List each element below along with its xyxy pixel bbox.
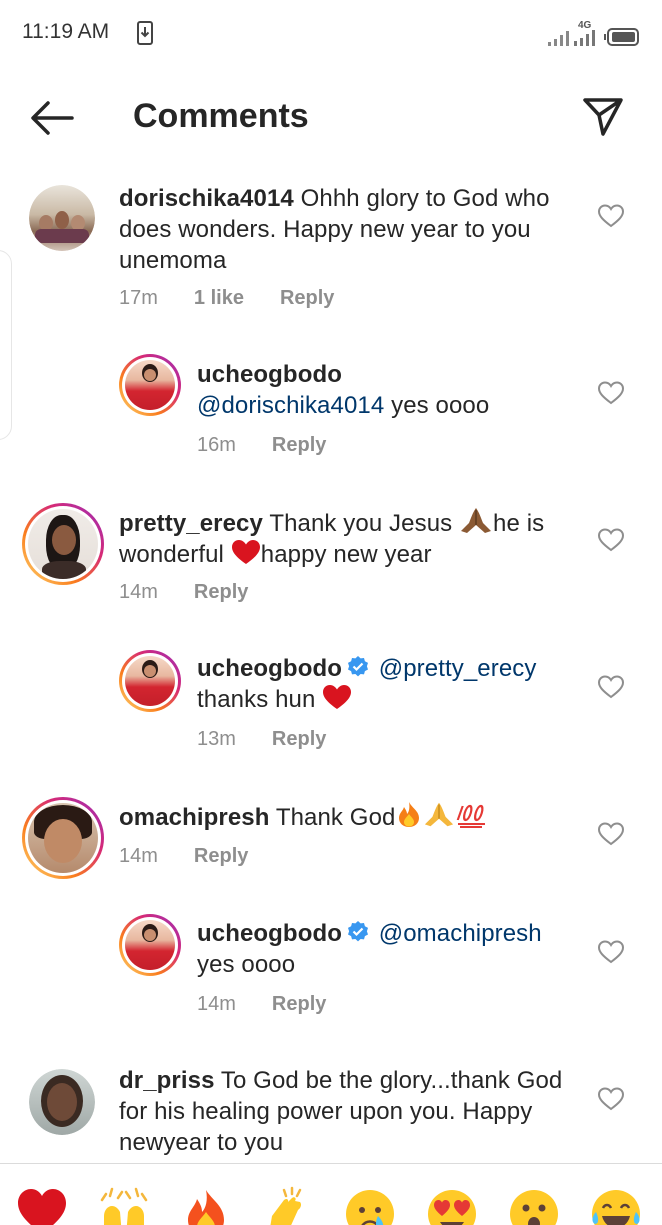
clapping-hands-emoji-icon[interactable]	[262, 1186, 314, 1225]
avatar[interactable]	[119, 354, 181, 416]
reply-button[interactable]: Reply	[280, 287, 334, 310]
avatar[interactable]	[22, 503, 104, 585]
comment-meta: 16m Reply	[197, 434, 326, 457]
comment-time: 16m	[197, 434, 236, 456]
comment-username[interactable]: ucheogbodo	[197, 361, 342, 388]
emoji-reaction-bar	[0, 1163, 662, 1225]
raising-hands-emoji-icon[interactable]	[98, 1186, 150, 1225]
like-heart-icon[interactable]	[598, 1087, 624, 1111]
comment-meta: 14m Reply	[119, 581, 248, 604]
comment-text: thanks hun	[197, 686, 316, 713]
reply-button[interactable]: Reply	[194, 581, 248, 604]
like-heart-icon[interactable]	[598, 822, 624, 846]
like-heart-icon[interactable]	[598, 675, 624, 699]
comment-username[interactable]: ucheogbodo	[197, 920, 342, 947]
fire-emoji-icon	[399, 802, 420, 827]
comment-text-part: wonderful	[119, 541, 224, 568]
signal-icon	[548, 31, 569, 46]
comments-header: Comments	[0, 64, 662, 168]
mention-link[interactable]: @omachipresh	[379, 920, 542, 947]
crying-face-emoji-icon[interactable]	[344, 1186, 396, 1225]
status-indicators: 4G	[548, 20, 640, 46]
like-heart-icon[interactable]	[598, 528, 624, 552]
status-time: 11:19 AM	[22, 20, 110, 43]
verified-badge-icon	[347, 921, 368, 942]
edge-panel-handle[interactable]	[0, 250, 12, 440]
like-heart-icon[interactable]	[598, 381, 624, 405]
signal-4g-icon	[574, 30, 595, 46]
comment-username[interactable]: pretty_erecy	[119, 510, 263, 537]
avatar[interactable]	[29, 1069, 95, 1135]
comment-meta: 14m Reply	[119, 845, 248, 868]
comment-text: yes oooo	[391, 392, 490, 419]
like-heart-icon[interactable]	[598, 940, 624, 964]
tears-of-joy-emoji-icon[interactable]	[590, 1186, 642, 1225]
verified-badge-icon	[347, 656, 368, 677]
red-heart-emoji-icon	[231, 540, 260, 564]
page-title: Comments	[133, 97, 309, 135]
reply-button[interactable]: Reply	[272, 728, 326, 751]
comment-text-part: happy new year	[260, 541, 432, 568]
comment-meta: 17m 1 like Reply	[119, 287, 334, 310]
like-heart-icon[interactable]	[598, 204, 624, 228]
folded-hands-emoji-icon	[425, 802, 454, 827]
comment-meta: 13m Reply	[197, 728, 326, 751]
avatar[interactable]	[119, 650, 181, 712]
hundred-points-emoji-icon	[457, 804, 486, 828]
mention-link[interactable]: @dorischika4014	[197, 392, 384, 419]
comment-username[interactable]: dorischika4014	[119, 185, 294, 212]
comment-meta: 14m Reply	[197, 993, 326, 1016]
comment-text: yes oooo	[197, 951, 296, 978]
comment-time: 14m	[119, 845, 158, 867]
red-heart-emoji-icon	[323, 685, 352, 709]
share-send-icon[interactable]	[580, 94, 626, 140]
comment-username[interactable]: ucheogbodo	[197, 655, 342, 682]
mention-link[interactable]: @pretty_erecy	[379, 655, 537, 682]
avatar[interactable]	[22, 797, 104, 879]
reply-button[interactable]: Reply	[194, 845, 248, 868]
avatar[interactable]	[119, 914, 181, 976]
comment-text-part: Thank you Jesus	[269, 510, 453, 537]
comment-time: 17m	[119, 287, 158, 309]
red-heart-emoji-icon[interactable]	[16, 1186, 68, 1225]
comment-time: 14m	[197, 993, 236, 1015]
comment-time: 13m	[197, 728, 236, 750]
comment-time: 14m	[119, 581, 158, 603]
folded-hands-emoji-icon	[461, 508, 492, 533]
reply-button[interactable]: Reply	[272, 993, 326, 1016]
avatar[interactable]	[29, 185, 95, 251]
download-notification-icon	[137, 21, 153, 45]
battery-icon	[604, 28, 639, 46]
comment-username[interactable]: dr_priss	[119, 1067, 215, 1094]
fire-emoji-icon[interactable]	[180, 1186, 232, 1225]
reply-button[interactable]: Reply	[272, 434, 326, 457]
comment-text-part: he is	[493, 510, 545, 537]
comment-username[interactable]: omachipresh	[119, 804, 269, 831]
back-arrow-icon[interactable]	[28, 98, 76, 138]
comment-text: Thank God	[275, 804, 396, 831]
status-bar: 11:19 AM 4G	[0, 0, 662, 64]
likes-count[interactable]: 1 like	[194, 287, 244, 310]
astonished-face-emoji-icon[interactable]	[508, 1186, 560, 1225]
heart-eyes-emoji-icon[interactable]	[426, 1186, 478, 1225]
